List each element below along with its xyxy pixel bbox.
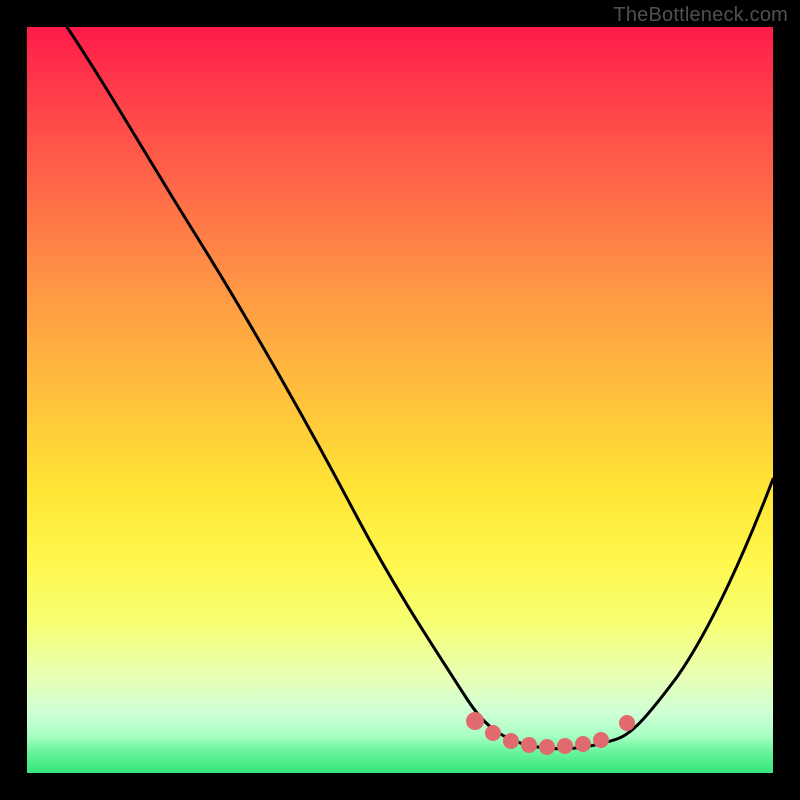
marker-dot	[619, 715, 635, 731]
chart-plot-area	[27, 27, 773, 773]
curve-line	[67, 27, 773, 749]
valley-markers	[466, 712, 635, 755]
marker-dot	[575, 736, 591, 752]
watermark-text: TheBottleneck.com	[613, 4, 788, 27]
chart-svg	[27, 27, 773, 773]
marker-dot	[557, 738, 573, 754]
chart-frame: TheBottleneck.com	[0, 0, 800, 800]
marker-dot	[539, 739, 555, 755]
marker-dot	[521, 737, 537, 753]
marker-dot	[503, 733, 519, 749]
marker-dot	[466, 712, 484, 730]
marker-dot	[593, 732, 609, 748]
marker-dot	[485, 725, 501, 741]
